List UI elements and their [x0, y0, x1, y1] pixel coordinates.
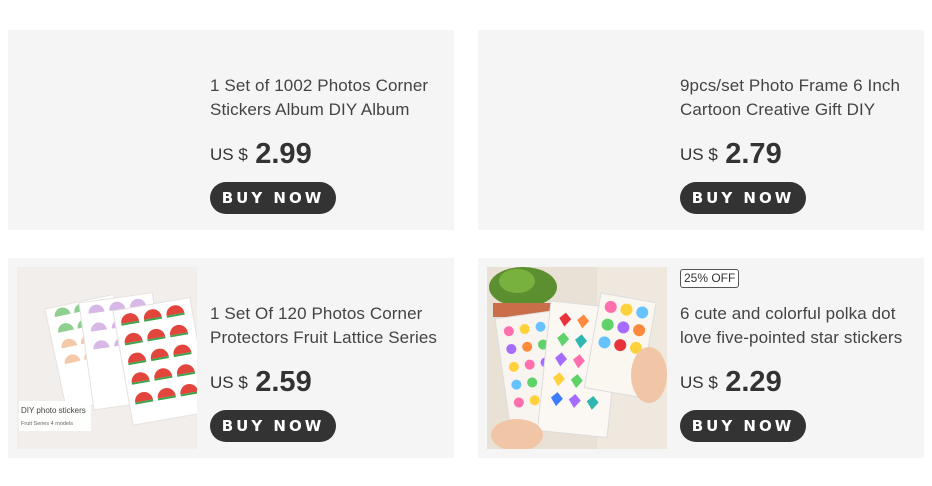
product-image[interactable]: [487, 267, 667, 449]
product-title[interactable]: 1 Set of 1002 Photos Corner Stickers Alb…: [210, 74, 446, 122]
price-amount: 2.79: [725, 138, 782, 170]
product-title[interactable]: 9pcs/set Photo Frame 6 Inch Cartoon Crea…: [680, 74, 916, 122]
product-info: 25% OFF 6 cute and colorful polka dot lo…: [680, 258, 916, 458]
price-amount: 2.99: [255, 138, 312, 170]
buy-now-button[interactable]: BUY NOW: [680, 182, 806, 214]
image-caption-line1: DIY photo stickers: [21, 406, 86, 415]
buy-now-button[interactable]: BUY NOW: [210, 182, 336, 214]
currency-label: US $: [210, 145, 248, 164]
discount-badge: 25% OFF: [680, 269, 740, 288]
currency-label: US $: [680, 145, 718, 164]
product-price: US $ 2.59: [210, 366, 312, 399]
product-price: US $ 2.29: [680, 366, 782, 399]
product-price: US $ 2.79: [680, 138, 782, 171]
price-amount: 2.29: [725, 366, 782, 398]
product-info: 1 Set of 1002 Photos Corner Stickers Alb…: [210, 30, 446, 230]
product-title[interactable]: 6 cute and colorful polka dot love five-…: [680, 302, 916, 350]
image-caption-line2: Fruit Series 4 models: [21, 421, 73, 427]
product-card[interactable]: DIY photo stickers Fruit Series 4 models…: [8, 258, 454, 458]
product-image[interactable]: DIY photo stickers Fruit Series 4 models: [17, 267, 197, 449]
currency-label: US $: [680, 373, 718, 392]
fruit-stickers-photo: DIY photo stickers Fruit Series 4 models: [17, 267, 197, 449]
product-info: 1 Set Of 120 Photos Corner Protectors Fr…: [210, 258, 446, 458]
currency-label: US $: [210, 373, 248, 392]
product-price: US $ 2.99: [210, 138, 312, 171]
buy-now-button[interactable]: BUY NOW: [680, 410, 806, 442]
product-info: 9pcs/set Photo Frame 6 Inch Cartoon Crea…: [680, 30, 916, 230]
product-title[interactable]: 1 Set Of 120 Photos Corner Protectors Fr…: [210, 302, 446, 350]
product-card[interactable]: 9pcs/set Photo Frame 6 Inch Cartoon Crea…: [478, 30, 924, 230]
product-card[interactable]: 25% OFF 6 cute and colorful polka dot lo…: [478, 258, 924, 458]
product-card[interactable]: 1 Set of 1002 Photos Corner Stickers Alb…: [8, 30, 454, 230]
buy-now-button[interactable]: BUY NOW: [210, 410, 336, 442]
price-amount: 2.59: [255, 366, 312, 398]
polka-dot-stickers-photo: [487, 267, 667, 449]
